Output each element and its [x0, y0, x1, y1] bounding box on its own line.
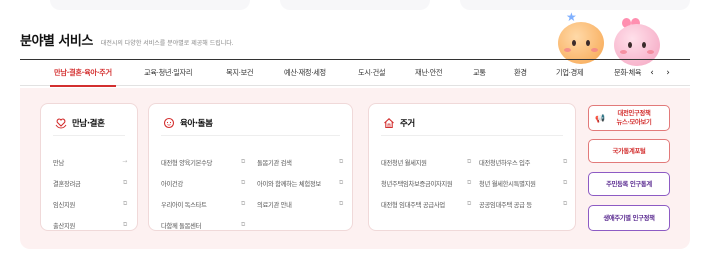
baby-icon: [163, 117, 175, 129]
tab-marriage-childcare-housing[interactable]: 만남·결혼·육아·주거: [50, 60, 116, 87]
external-link-icon: ⧉: [339, 158, 343, 165]
tab-environment[interactable]: 환경: [514, 60, 527, 86]
external-link-icon: ⧉: [339, 200, 343, 207]
service-panel: 만남·결혼 만남 → 결혼장려금 ⧉ 임신지원 ⧉ 출산지원 ⧉ 육아·돌봄 대전형 양…: [20, 88, 690, 249]
external-link-icon: ⧉: [241, 221, 245, 228]
tab-budget-finance-tax[interactable]: 예산·재정·세정: [284, 60, 326, 86]
link-item[interactable]: 우리아이 독스타트 ⧉: [161, 200, 245, 212]
tab-business-economy[interactable]: 기업·경제: [556, 60, 584, 86]
card-title: 만남·결혼: [72, 119, 105, 129]
arrow-icon: →: [122, 158, 127, 165]
section-description: 대전시의 다양한 서비스를 분야별로 제공해 드립니다.: [100, 40, 234, 47]
heart-hands-icon: [55, 118, 67, 129]
external-link-icon: ⧉: [339, 179, 343, 186]
link-item[interactable]: 청년주택임차보증금이자지원 ⧉: [381, 179, 471, 191]
external-link-icon: ⧉: [241, 158, 245, 165]
tab-welfare-health[interactable]: 복지·보건: [226, 60, 254, 86]
card-title: 육아·돌봄: [180, 119, 213, 129]
external-link-icon: ⧉: [241, 179, 245, 186]
link-item[interactable]: 대전청년하우스 입주 ⧉: [479, 158, 567, 170]
link-item[interactable]: 공공임대주택 공급 등 ⧉: [479, 200, 567, 212]
link-item[interactable]: 다함께 돌봄센터 ⧉: [161, 221, 245, 233]
link-item[interactable]: 출산지원 ⧉: [53, 221, 127, 233]
external-link-icon: ⧉: [467, 158, 471, 165]
tab-prev-button[interactable]: ‹: [646, 66, 658, 80]
link-item[interactable]: 임신지원 ⧉: [53, 200, 127, 212]
orange-mascot: [558, 22, 604, 64]
tab-transport[interactable]: 교통: [473, 60, 486, 86]
card-marriage: 만남·결혼 만남 → 결혼장려금 ⧉ 임신지원 ⧉ 출산지원 ⧉: [40, 103, 138, 231]
category-tabs: 만남·결혼·육아·주거 교육·청년·일자리 복지·보건 예산·재정·세정 도시·…: [20, 59, 690, 87]
top-decoration: [280, 0, 430, 10]
tab-culture-sports[interactable]: 문화·체육: [614, 60, 646, 86]
resident-registration-stats-button[interactable]: 주민등록 인구통계: [588, 172, 670, 196]
tab-disaster-safety[interactable]: 재난·안전: [415, 60, 443, 86]
tab-urban-construction[interactable]: 도시·건설: [358, 60, 386, 86]
link-item[interactable]: 아이건강 ⧉: [161, 179, 245, 191]
external-link-icon: ⧉: [467, 179, 471, 186]
link-item[interactable]: 대전형 임대주택 공급사업 ⧉: [381, 200, 471, 212]
card-housing: 주거 대전청년 월세지원 ⧉ 청년주택임차보증금이자지원 ⧉ 대전형 임대주택 공급…: [368, 103, 576, 231]
link-item[interactable]: 대전형 양육기본수당 ⧉: [161, 158, 245, 170]
top-decoration: [50, 0, 250, 10]
external-link-icon: ⧉: [241, 200, 245, 207]
card-title: 주거: [400, 119, 415, 129]
external-link-icon: ⧉: [563, 158, 567, 165]
link-item[interactable]: 대전청년 월세지원 ⧉: [381, 158, 471, 170]
external-link-icon: ⧉: [563, 200, 567, 207]
link-item[interactable]: 만남 →: [53, 158, 127, 170]
population-policy-news-button[interactable]: 📢 대전인구정책 뉴스·모아보기: [588, 105, 670, 131]
external-link-icon: ⧉: [123, 200, 127, 207]
external-link-icon: ⧉: [123, 221, 127, 228]
card-childcare: 육아·돌봄 대전형 양육기본수당 ⧉ 아이건강 ⧉ 우리아이 독스타트 ⧉ 다함께 돌…: [148, 103, 353, 231]
section-header: 분야별 서비스 대전시의 다양한 서비스를 분야별로 제공해 드립니다.: [20, 30, 234, 49]
link-item[interactable]: 의료기관 안내 ⧉: [257, 200, 343, 212]
national-statistics-portal-button[interactable]: 국가통계포털: [588, 139, 670, 163]
link-item[interactable]: 돌봄기관 검색 ⧉: [257, 158, 343, 170]
lifecycle-population-policy-button[interactable]: 생애주기별 인구정책: [588, 205, 670, 231]
megaphone-icon: 📢: [595, 114, 605, 123]
external-link-icon: ⧉: [123, 179, 127, 186]
tab-education-youth-jobs[interactable]: 교육·청년·일자리: [144, 60, 192, 86]
house-icon: [384, 118, 394, 129]
tab-next-button[interactable]: ›: [662, 66, 674, 80]
external-link-icon: ⧉: [467, 200, 471, 207]
link-item[interactable]: 청년 월세한시특별지원 ⧉: [479, 179, 567, 191]
link-item[interactable]: 아이와 함께하는 체험정보 ⧉: [257, 179, 343, 191]
link-item[interactable]: 결혼장려금 ⧉: [53, 179, 127, 191]
section-title: 분야별 서비스: [20, 34, 93, 49]
external-link-icon: ⧉: [563, 179, 567, 186]
